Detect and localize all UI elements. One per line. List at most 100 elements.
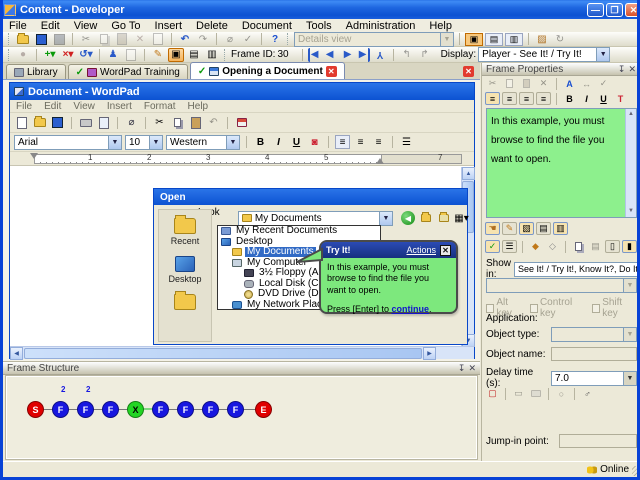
justify-icon[interactable]: ≡ (536, 92, 551, 105)
desktop-icon[interactable] (175, 256, 195, 272)
wp-menu-file[interactable]: File (16, 101, 32, 112)
menu-document[interactable]: Document (242, 20, 292, 32)
horizontal-scrollbar[interactable]: ◀ ▶ (10, 346, 474, 360)
wp-menu-view[interactable]: View (73, 101, 95, 112)
show-in-combo[interactable]: See It! / Try It!, Know It?, Do It! ▼ (514, 261, 637, 277)
frame-node[interactable]: F (227, 401, 244, 418)
frame-paste-icon[interactable]: ▥ (204, 48, 220, 62)
visibility-icon[interactable]: ▮ (622, 240, 637, 253)
close-panel-icon[interactable]: ✕ (628, 64, 636, 75)
previous-frame-icon[interactable]: ◀ (322, 48, 338, 62)
paint-icon[interactable]: ◇ (545, 240, 560, 253)
menu-tools[interactable]: Tools (306, 20, 332, 32)
places-recent-label[interactable]: Recent (171, 236, 200, 246)
copy-frames-icon[interactable] (571, 240, 586, 253)
edit-note-icon[interactable]: ✎ (502, 222, 517, 235)
font-name-combo[interactable]: Arial ▼ (14, 134, 122, 150)
pin-icon[interactable]: ↧ (458, 363, 466, 374)
frame-text-editor[interactable]: In this example, you must browse to find… (486, 108, 637, 218)
frame-node[interactable]: F (77, 401, 94, 418)
bold-icon[interactable]: B (562, 92, 577, 105)
actions-link[interactable]: Actions (406, 245, 436, 255)
selection-frame-icon[interactable]: ▧ (519, 222, 534, 235)
tab-wordpad-training[interactable]: ✓ WordPad Training (67, 64, 188, 79)
align-right-icon[interactable]: ≡ (371, 135, 386, 149)
menu-goto[interactable]: Go To (111, 20, 140, 32)
recent-folder-icon[interactable] (174, 215, 196, 234)
close-balloon-icon[interactable]: ✕ (440, 244, 451, 256)
menu-edit[interactable]: Edit (41, 20, 60, 32)
undo-icon[interactable]: ↶ (177, 32, 193, 46)
scroll-right-icon[interactable]: ▶ (423, 346, 436, 360)
new-doc-icon[interactable] (14, 116, 29, 130)
author-icon[interactable]: ♟ (105, 48, 121, 62)
paste-icon[interactable] (188, 116, 203, 130)
bullets-icon[interactable]: ☰ (399, 135, 414, 149)
minimize-button[interactable]: — (587, 2, 604, 17)
doc-check-icon[interactable]: ✓ (485, 240, 500, 253)
frame-copy-icon[interactable]: ▤ (186, 48, 202, 62)
frame-node-end[interactable]: E (255, 401, 272, 418)
pin-icon[interactable]: ↧ (618, 64, 626, 75)
close-tab-icon[interactable]: ✕ (325, 65, 337, 77)
frame-view-icon[interactable]: ▣ (168, 47, 184, 62)
menu-administration[interactable]: Administration (346, 20, 416, 32)
print-preview-icon[interactable] (96, 116, 111, 130)
toolbar-grip[interactable] (287, 33, 290, 45)
thumb-icon[interactable]: ☚ (485, 222, 500, 235)
underline-icon[interactable]: U (289, 135, 304, 149)
wp-menu-format[interactable]: Format (144, 101, 176, 112)
close-document-icon[interactable]: ✕ (463, 66, 474, 77)
underline-icon[interactable]: U (596, 92, 611, 105)
scroll-left-icon[interactable]: ◀ (10, 346, 23, 360)
first-frame-icon[interactable]: ◀ (307, 47, 320, 62)
scroll-down-icon[interactable]: ▼ (626, 206, 636, 217)
close-panel-icon[interactable]: ✕ (468, 363, 476, 374)
help-icon[interactable]: ? (267, 32, 283, 46)
font-size-combo[interactable]: 10 ▼ (125, 134, 163, 150)
menu-view[interactable]: View (74, 20, 98, 32)
add-frame-icon[interactable]: +▾ (42, 48, 58, 62)
print-icon[interactable] (78, 116, 93, 130)
wp-menu-insert[interactable]: Insert (107, 101, 132, 112)
continue-link[interactable]: continue (392, 304, 430, 314)
edit-frame-icon[interactable]: ✎ (150, 48, 166, 62)
datetime-icon[interactable] (234, 116, 249, 130)
find-icon[interactable]: ⌀ (124, 116, 139, 130)
toolbar-grip[interactable] (8, 33, 11, 45)
branch-icon[interactable]: Y (372, 48, 388, 62)
align-left-icon[interactable]: ≡ (485, 92, 500, 105)
rerecord-frame-icon[interactable]: ↺▾ (78, 48, 94, 62)
copy-icon[interactable] (170, 116, 185, 130)
editor-scrollbar[interactable]: ▲ ▼ (625, 109, 636, 217)
bucket-icon[interactable]: ◆ (528, 240, 543, 253)
align-left-icon[interactable]: ≡ (335, 135, 350, 149)
save-icon[interactable] (33, 32, 49, 46)
italic-icon[interactable]: I (271, 135, 286, 149)
view-split-horizontal-button[interactable]: ▤ (485, 32, 503, 46)
close-button[interactable]: ✕ (625, 2, 637, 17)
view-single-button[interactable]: ▣ (465, 32, 483, 46)
open-icon[interactable] (32, 116, 47, 130)
new-folder-icon[interactable] (436, 211, 451, 225)
frame-structure-canvas[interactable]: 2 2 S F F F X F F F F E (5, 375, 478, 460)
scroll-up-icon[interactable]: ▲ (462, 167, 475, 180)
up-one-level-icon[interactable] (418, 211, 433, 225)
italic-icon[interactable]: I (579, 92, 594, 105)
next-frame-icon[interactable]: ▶ (340, 48, 356, 62)
list-item[interactable]: My Recent Documents (218, 226, 380, 237)
cursor-action-icon[interactable]: ▢ (485, 387, 500, 400)
last-frame-icon[interactable]: ▶ (358, 47, 370, 62)
frame-node[interactable]: F (102, 401, 119, 418)
frame-node[interactable]: F (177, 401, 194, 418)
object-link-icon[interactable]: ♂ (580, 387, 595, 400)
scroll-up-icon[interactable]: ▲ (626, 109, 636, 120)
menu-insert[interactable]: Insert (155, 20, 183, 32)
font-icon[interactable]: A (562, 77, 577, 90)
charset-combo[interactable]: Western ▼ (166, 134, 240, 150)
my-documents-folder-icon[interactable] (174, 291, 196, 310)
save-icon[interactable] (50, 116, 65, 130)
wp-menu-edit[interactable]: Edit (44, 101, 61, 112)
tab-library[interactable]: Library (6, 64, 66, 79)
sound-icon[interactable]: ▯ (605, 240, 620, 253)
